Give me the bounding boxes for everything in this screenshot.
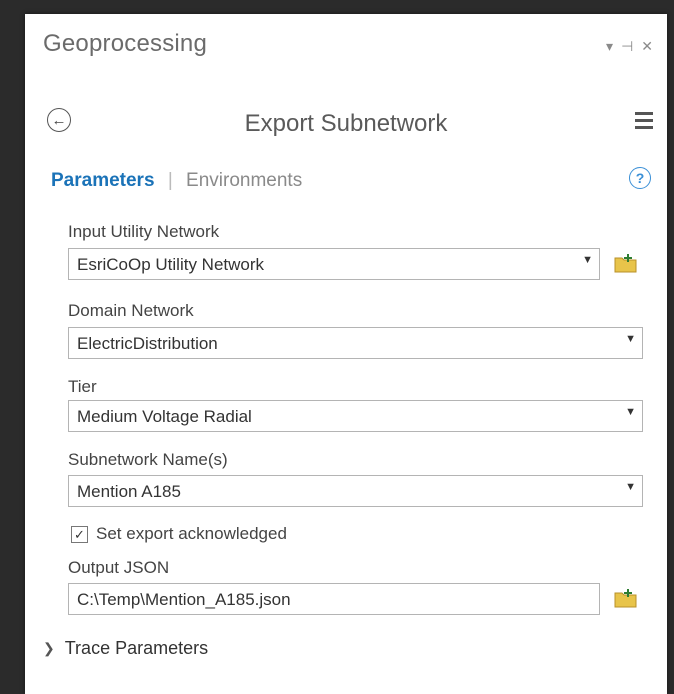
tool-header: ← Export Subnetwork — [25, 102, 667, 146]
subnetwork-select[interactable]: Mention A185 ▼ — [68, 475, 643, 507]
chevron-down-icon: ▼ — [582, 254, 593, 266]
menu-button[interactable] — [635, 112, 653, 133]
pane-titlebar: Geoprocessing ▾ ⊣ ✕ — [25, 14, 667, 78]
tab-environments[interactable]: Environments — [186, 170, 302, 191]
chevron-down-icon: ▼ — [625, 481, 636, 493]
tool-tabs: Parameters | Environments — [51, 170, 302, 192]
tier-label: Tier — [68, 377, 97, 396]
dropdown-icon[interactable]: ▾ — [606, 38, 613, 55]
set-export-label: Set export acknowledged — [96, 524, 287, 543]
tool-title: Export Subnetwork — [244, 110, 448, 137]
tab-parameters[interactable]: Parameters — [51, 170, 155, 191]
output-json-value: C:\Temp\Mention_A185.json — [77, 590, 291, 609]
domain-network-select[interactable]: ElectricDistribution ▼ — [68, 327, 643, 359]
tier-select[interactable]: Medium Voltage Radial ▼ — [68, 400, 643, 432]
subnetwork-value: Mention A185 — [77, 482, 181, 501]
close-icon[interactable]: ✕ — [641, 38, 653, 55]
pane-title: Geoprocessing — [43, 30, 208, 57]
input-network-label: Input Utility Network — [68, 222, 220, 241]
output-json-label: Output JSON — [68, 558, 170, 577]
trace-parameters-label: Trace Parameters — [64, 638, 209, 658]
hamburger-icon — [635, 112, 653, 115]
domain-network-value: ElectricDistribution — [77, 334, 218, 353]
tab-separator: | — [167, 170, 173, 191]
subnetwork-label: Subnetwork Name(s) — [68, 450, 228, 469]
domain-network-label: Domain Network — [68, 301, 194, 320]
browse-folder-icon[interactable] — [614, 252, 638, 274]
trace-parameters-expander[interactable]: ❯ Trace Parameters — [43, 638, 208, 659]
output-json-input[interactable]: C:\Temp\Mention_A185.json — [68, 583, 600, 615]
geoprocessing-pane: Geoprocessing ▾ ⊣ ✕ ← Export Subnetwork … — [25, 14, 667, 694]
input-network-value: EsriCoOp Utility Network — [77, 255, 265, 274]
help-icon[interactable]: ? — [629, 167, 651, 189]
chevron-down-icon: ▼ — [625, 406, 636, 418]
pane-window-controls: ▾ ⊣ ✕ — [606, 38, 653, 55]
chevron-down-icon: ▼ — [625, 333, 636, 345]
chevron-right-icon: ❯ — [43, 640, 55, 656]
input-network-select[interactable]: EsriCoOp Utility Network ▼ — [68, 248, 600, 280]
tier-value: Medium Voltage Radial — [77, 407, 252, 426]
browse-folder-icon[interactable] — [614, 587, 638, 609]
set-export-row: ✓ Set export acknowledged — [71, 524, 287, 544]
set-export-checkbox[interactable]: ✓ — [71, 525, 88, 543]
pin-icon[interactable]: ⊣ — [621, 38, 633, 55]
